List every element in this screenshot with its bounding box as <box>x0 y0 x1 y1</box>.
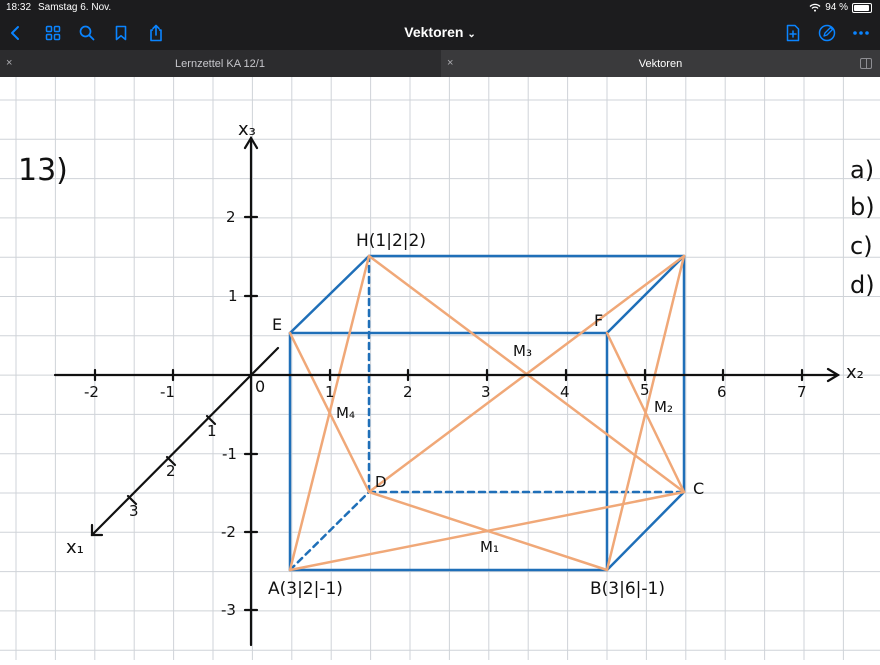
point-label-B: B(3|6|-1) <box>590 579 665 599</box>
part-b-label: b) <box>850 193 875 221</box>
thumbnails-grid-icon[interactable] <box>42 22 64 44</box>
x3-axis-label: x₃ <box>238 119 256 140</box>
part-d-label: d) <box>850 271 875 299</box>
close-tab-icon[interactable]: × <box>447 57 453 69</box>
part-a-label: a) <box>850 156 874 184</box>
x1-axis-label: x₁ <box>66 537 84 558</box>
split-view-icon[interactable] <box>860 58 872 69</box>
status-indicators: 94 % <box>809 2 872 13</box>
x1-tick-label: 2 <box>166 462 176 480</box>
midpoint-label-M3: M₃ <box>513 342 532 360</box>
search-icon[interactable] <box>76 22 98 44</box>
tab-label: Vektoren <box>638 57 683 70</box>
midpoint-label-M2: M₂ <box>654 398 673 416</box>
x3-tick-label: 1 <box>228 287 238 305</box>
diagonal-D-B <box>367 490 609 572</box>
point-label-D: D <box>375 473 387 491</box>
document-title-text: Vektoren <box>404 24 464 40</box>
x2-tick-label: 5 <box>640 381 650 399</box>
exercise-label: 13) <box>18 153 68 188</box>
tab-label: Lernzettel KA 12/1 <box>175 57 265 70</box>
tab-lernzettel[interactable]: × Lernzettel KA 12/1 <box>0 50 440 77</box>
x2-tick-label: 1 <box>325 383 335 401</box>
point-label-F: F <box>594 311 603 330</box>
add-page-icon[interactable] <box>782 22 804 44</box>
back-chevron-icon[interactable] <box>4 22 26 44</box>
x2-tick-label: 7 <box>797 383 807 401</box>
x3-tick-label: -1 <box>222 445 237 463</box>
chevron-down-icon: ⌄ <box>467 29 476 40</box>
diagonal-E-D <box>288 331 371 494</box>
battery-icon <box>852 2 872 13</box>
edge-E-H <box>288 254 371 335</box>
edge-F-G <box>605 254 686 335</box>
edge-A-D-hidden <box>288 490 371 572</box>
x2-axis-label: x₂ <box>846 362 864 383</box>
tab-bar: × Lernzettel KA 12/1 × Vektoren <box>0 50 880 77</box>
grid-paper <box>0 77 880 660</box>
more-icon[interactable] <box>850 22 872 44</box>
point-label-E: E <box>272 315 282 334</box>
midpoint-label-M1: M₁ <box>480 538 499 556</box>
part-c-label: c) <box>850 232 873 260</box>
x3-tick-label: -2 <box>221 523 236 541</box>
x2-tick-label: 4 <box>560 383 570 401</box>
x3-tick-label: -3 <box>221 601 236 619</box>
bookmark-icon[interactable] <box>110 22 132 44</box>
handwritten-note-canvas[interactable]: 13) a) b) c) d) x₃ x₂ x₁ 0 -2 -1 1 2 3 4… <box>0 77 880 660</box>
close-tab-icon[interactable]: × <box>6 57 12 69</box>
x2-tick-label: 2 <box>403 383 413 401</box>
document-title-button[interactable]: Vektoren ⌄ <box>404 24 475 40</box>
x2-tick-label: -2 <box>84 383 99 401</box>
point-label-C: C <box>693 479 704 498</box>
x2-tick-label: 6 <box>717 383 727 401</box>
origin-label: 0 <box>255 377 265 396</box>
x2-tick-label: 3 <box>481 383 491 401</box>
point-label-A: A(3|2|-1) <box>268 579 343 599</box>
note-page[interactable]: 13) a) b) c) d) x₃ x₂ x₁ 0 -2 -1 1 2 3 4… <box>0 77 880 660</box>
midpoint-label-M4: M₄ <box>336 404 355 422</box>
x2-tick-label: -1 <box>160 383 175 401</box>
wifi-icon <box>809 3 821 12</box>
clock: 18:32 <box>6 2 32 13</box>
battery-percent: 94 % <box>825 2 848 13</box>
x1-tick-label: 1 <box>207 422 217 440</box>
x3-tick-label: 2 <box>226 208 236 226</box>
point-label-H: H(1|2|2) <box>356 231 426 251</box>
share-icon[interactable] <box>145 22 167 44</box>
document-title: Vektoren ⌄ <box>0 24 880 40</box>
x1-tick-label: 3 <box>129 502 139 520</box>
date: Samstag 6. Nov. <box>38 2 112 13</box>
tab-vektoren[interactable]: × Vektoren <box>441 50 880 77</box>
labels: 13) a) b) c) d) x₃ x₂ x₁ 0 -2 -1 1 2 3 4… <box>18 119 875 619</box>
pencil-annotate-icon[interactable] <box>816 22 838 44</box>
status-bar: 18:32 Samstag 6. Nov. 94 % <box>0 0 880 16</box>
app-toolbar: Vektoren ⌄ <box>0 16 880 50</box>
